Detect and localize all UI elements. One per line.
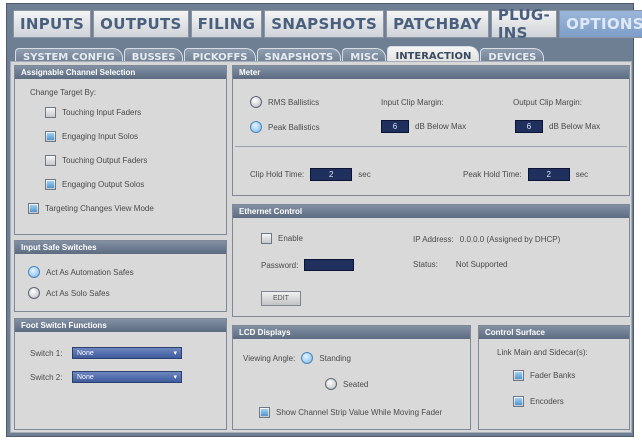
control-surface-title: Control Surface [479, 326, 629, 339]
encoders-option[interactable]: Encoders [513, 396, 564, 407]
solo-safes-radio[interactable] [28, 287, 40, 299]
change-target-label: Change Target By: [30, 88, 97, 97]
ethernet-edit-button[interactable]: EDIT [261, 291, 301, 306]
solo-safes-label: Act As Solo Safes [46, 288, 110, 298]
peak-ballistics-radio[interactable] [250, 121, 262, 133]
rms-ballistics-radio[interactable] [250, 96, 262, 108]
engaging-output-solos-label: Engaging Output Solos [62, 180, 145, 189]
touching-input-faders-option[interactable]: Touching Input Faders [45, 107, 141, 118]
input-safe-title: Input Safe Switches [15, 241, 226, 254]
meter-panel: Meter RMS Ballistics Peak Ballistics Inp… [232, 65, 630, 196]
automation-safes-label: Act As Automation Safes [46, 267, 134, 277]
seated-radio[interactable] [325, 378, 337, 390]
assignable-channel-title: Assignable Channel Selection [15, 66, 226, 79]
tab-options[interactable]: OPTIONS [559, 10, 642, 38]
ip-address-label: IP Address: [413, 235, 454, 244]
main-tab-bar: INPUTS OUTPUTS FILING SNAPSHOTS PATCHBAY… [13, 6, 642, 42]
switch2-value: None [77, 373, 94, 381]
standing-radio[interactable] [301, 352, 314, 364]
seated-label: Seated [343, 379, 369, 389]
peak-ballistics-option[interactable]: Peak Ballistics [250, 121, 320, 133]
input-safe-panel: Input Safe Switches Act As Automation Sa… [14, 240, 227, 312]
tab-patchbay[interactable]: PATCHBAY [386, 10, 489, 38]
input-clip-margin-label: Input Clip Margin: [381, 98, 444, 107]
password-field[interactable] [304, 259, 355, 271]
switch2-label: Switch 2: [30, 372, 63, 382]
standing-label: Standing [319, 353, 351, 363]
rms-ballistics-option[interactable]: RMS Ballistics [250, 96, 319, 108]
fader-banks-option[interactable]: Fader Banks [513, 370, 575, 381]
control-surface-panel: Control Surface Link Main and Sidecar(s)… [478, 325, 630, 430]
tab-inputs[interactable]: INPUTS [13, 10, 92, 38]
touching-output-faders-option[interactable]: Touching Output Faders [45, 155, 147, 166]
peak-hold-field[interactable]: 2 [527, 168, 570, 181]
meter-title: Meter [233, 66, 629, 79]
targeting-changes-option[interactable]: Targeting Changes View Mode [28, 203, 154, 214]
foot-switch-panel: Foot Switch Functions Switch 1: None ▾ S… [14, 318, 227, 430]
assignable-channel-panel: Assignable Channel Selection Change Targ… [14, 65, 227, 235]
engaging-output-solos-checkbox[interactable] [45, 179, 56, 190]
input-clip-unit: dB Below Max [415, 122, 467, 131]
automation-safes-option[interactable]: Act As Automation Safes [28, 266, 134, 278]
switch1-dropdown[interactable]: None ▾ [72, 347, 182, 359]
engaging-output-solos-option[interactable]: Engaging Output Solos [45, 179, 144, 190]
peak-hold-unit: sec [575, 170, 589, 179]
show-channel-strip-label: Show Channel Strip Value While Moving Fa… [276, 408, 443, 417]
link-main-sidecar-label: Link Main and Sidecar(s): [497, 348, 588, 357]
engaging-input-solos-option[interactable]: Engaging Input Solos [45, 131, 138, 142]
lcd-displays-title: LCD Displays [233, 326, 470, 339]
status-value: Not Supported [455, 260, 508, 269]
engaging-input-solos-checkbox[interactable] [45, 131, 56, 142]
tab-plug-ins[interactable]: PLUG-INS [490, 6, 558, 42]
engaging-input-solos-label: Engaging Input Solos [62, 132, 139, 141]
solo-safes-option[interactable]: Act As Solo Safes [28, 287, 110, 299]
targeting-changes-checkbox[interactable] [28, 203, 39, 214]
automation-safes-radio[interactable] [28, 266, 40, 278]
clip-hold-label: Clip Hold Time: [250, 170, 305, 179]
seated-option[interactable]: Seated [325, 378, 368, 390]
clip-hold-field[interactable]: 2 [310, 168, 353, 181]
ethernet-enable-checkbox[interactable] [261, 233, 272, 244]
show-channel-strip-option[interactable]: Show Channel Strip Value While Moving Fa… [259, 407, 442, 418]
ethernet-control-title: Ethernet Control [233, 205, 629, 218]
ethernet-enable-option[interactable]: Enable [261, 233, 303, 244]
targeting-changes-label: Targeting Changes View Mode [45, 204, 154, 213]
touching-output-faders-label: Touching Output Faders [62, 156, 148, 165]
chevron-down-icon: ▾ [173, 350, 177, 357]
output-clip-margin-field[interactable]: 6 [515, 120, 543, 133]
peak-hold-label: Peak Hold Time: [463, 170, 522, 179]
switch1-value: None [77, 349, 94, 357]
meter-divider [235, 146, 627, 147]
tab-outputs[interactable]: OUTPUTS [93, 10, 189, 38]
interaction-content: Assignable Channel Selection Change Targ… [10, 61, 632, 433]
switch2-dropdown[interactable]: None ▾ [72, 371, 182, 383]
tab-filing[interactable]: FILING [190, 10, 263, 38]
fader-banks-label: Fader Banks [530, 371, 576, 380]
switch1-label: Switch 1: [30, 348, 63, 358]
ip-address-value: 0.0.0.0 (Assigned by DHCP) [459, 235, 561, 244]
touching-input-faders-checkbox[interactable] [45, 107, 56, 118]
encoders-checkbox[interactable] [513, 396, 524, 407]
output-clip-unit: dB Below Max [549, 122, 601, 131]
rms-ballistics-label: RMS Ballistics [268, 97, 320, 107]
fader-banks-checkbox[interactable] [513, 370, 524, 381]
chevron-down-icon: ▾ [173, 374, 177, 381]
touching-input-faders-label: Touching Input Faders [62, 108, 142, 117]
output-clip-margin-label: Output Clip Margin: [513, 98, 582, 107]
encoders-label: Encoders [530, 397, 564, 406]
viewing-angle-label: Viewing Angle: [243, 353, 296, 363]
status-label: Status: [413, 260, 438, 269]
clip-hold-unit: sec [358, 170, 371, 179]
touching-output-faders-checkbox[interactable] [45, 155, 56, 166]
lcd-displays-panel: LCD Displays Viewing Angle: Standing Sea… [232, 325, 471, 430]
ethernet-enable-label: Enable [278, 234, 303, 243]
peak-ballistics-label: Peak Ballistics [268, 122, 320, 132]
foot-switch-title: Foot Switch Functions [15, 319, 226, 332]
input-clip-margin-field[interactable]: 6 [381, 120, 409, 133]
ethernet-control-panel: Ethernet Control Enable IP Address: 0.0.… [232, 204, 630, 317]
password-label: Password: [261, 260, 299, 270]
show-channel-strip-checkbox[interactable] [259, 407, 270, 418]
tab-snapshots[interactable]: SNAPSHOTS [264, 10, 385, 38]
